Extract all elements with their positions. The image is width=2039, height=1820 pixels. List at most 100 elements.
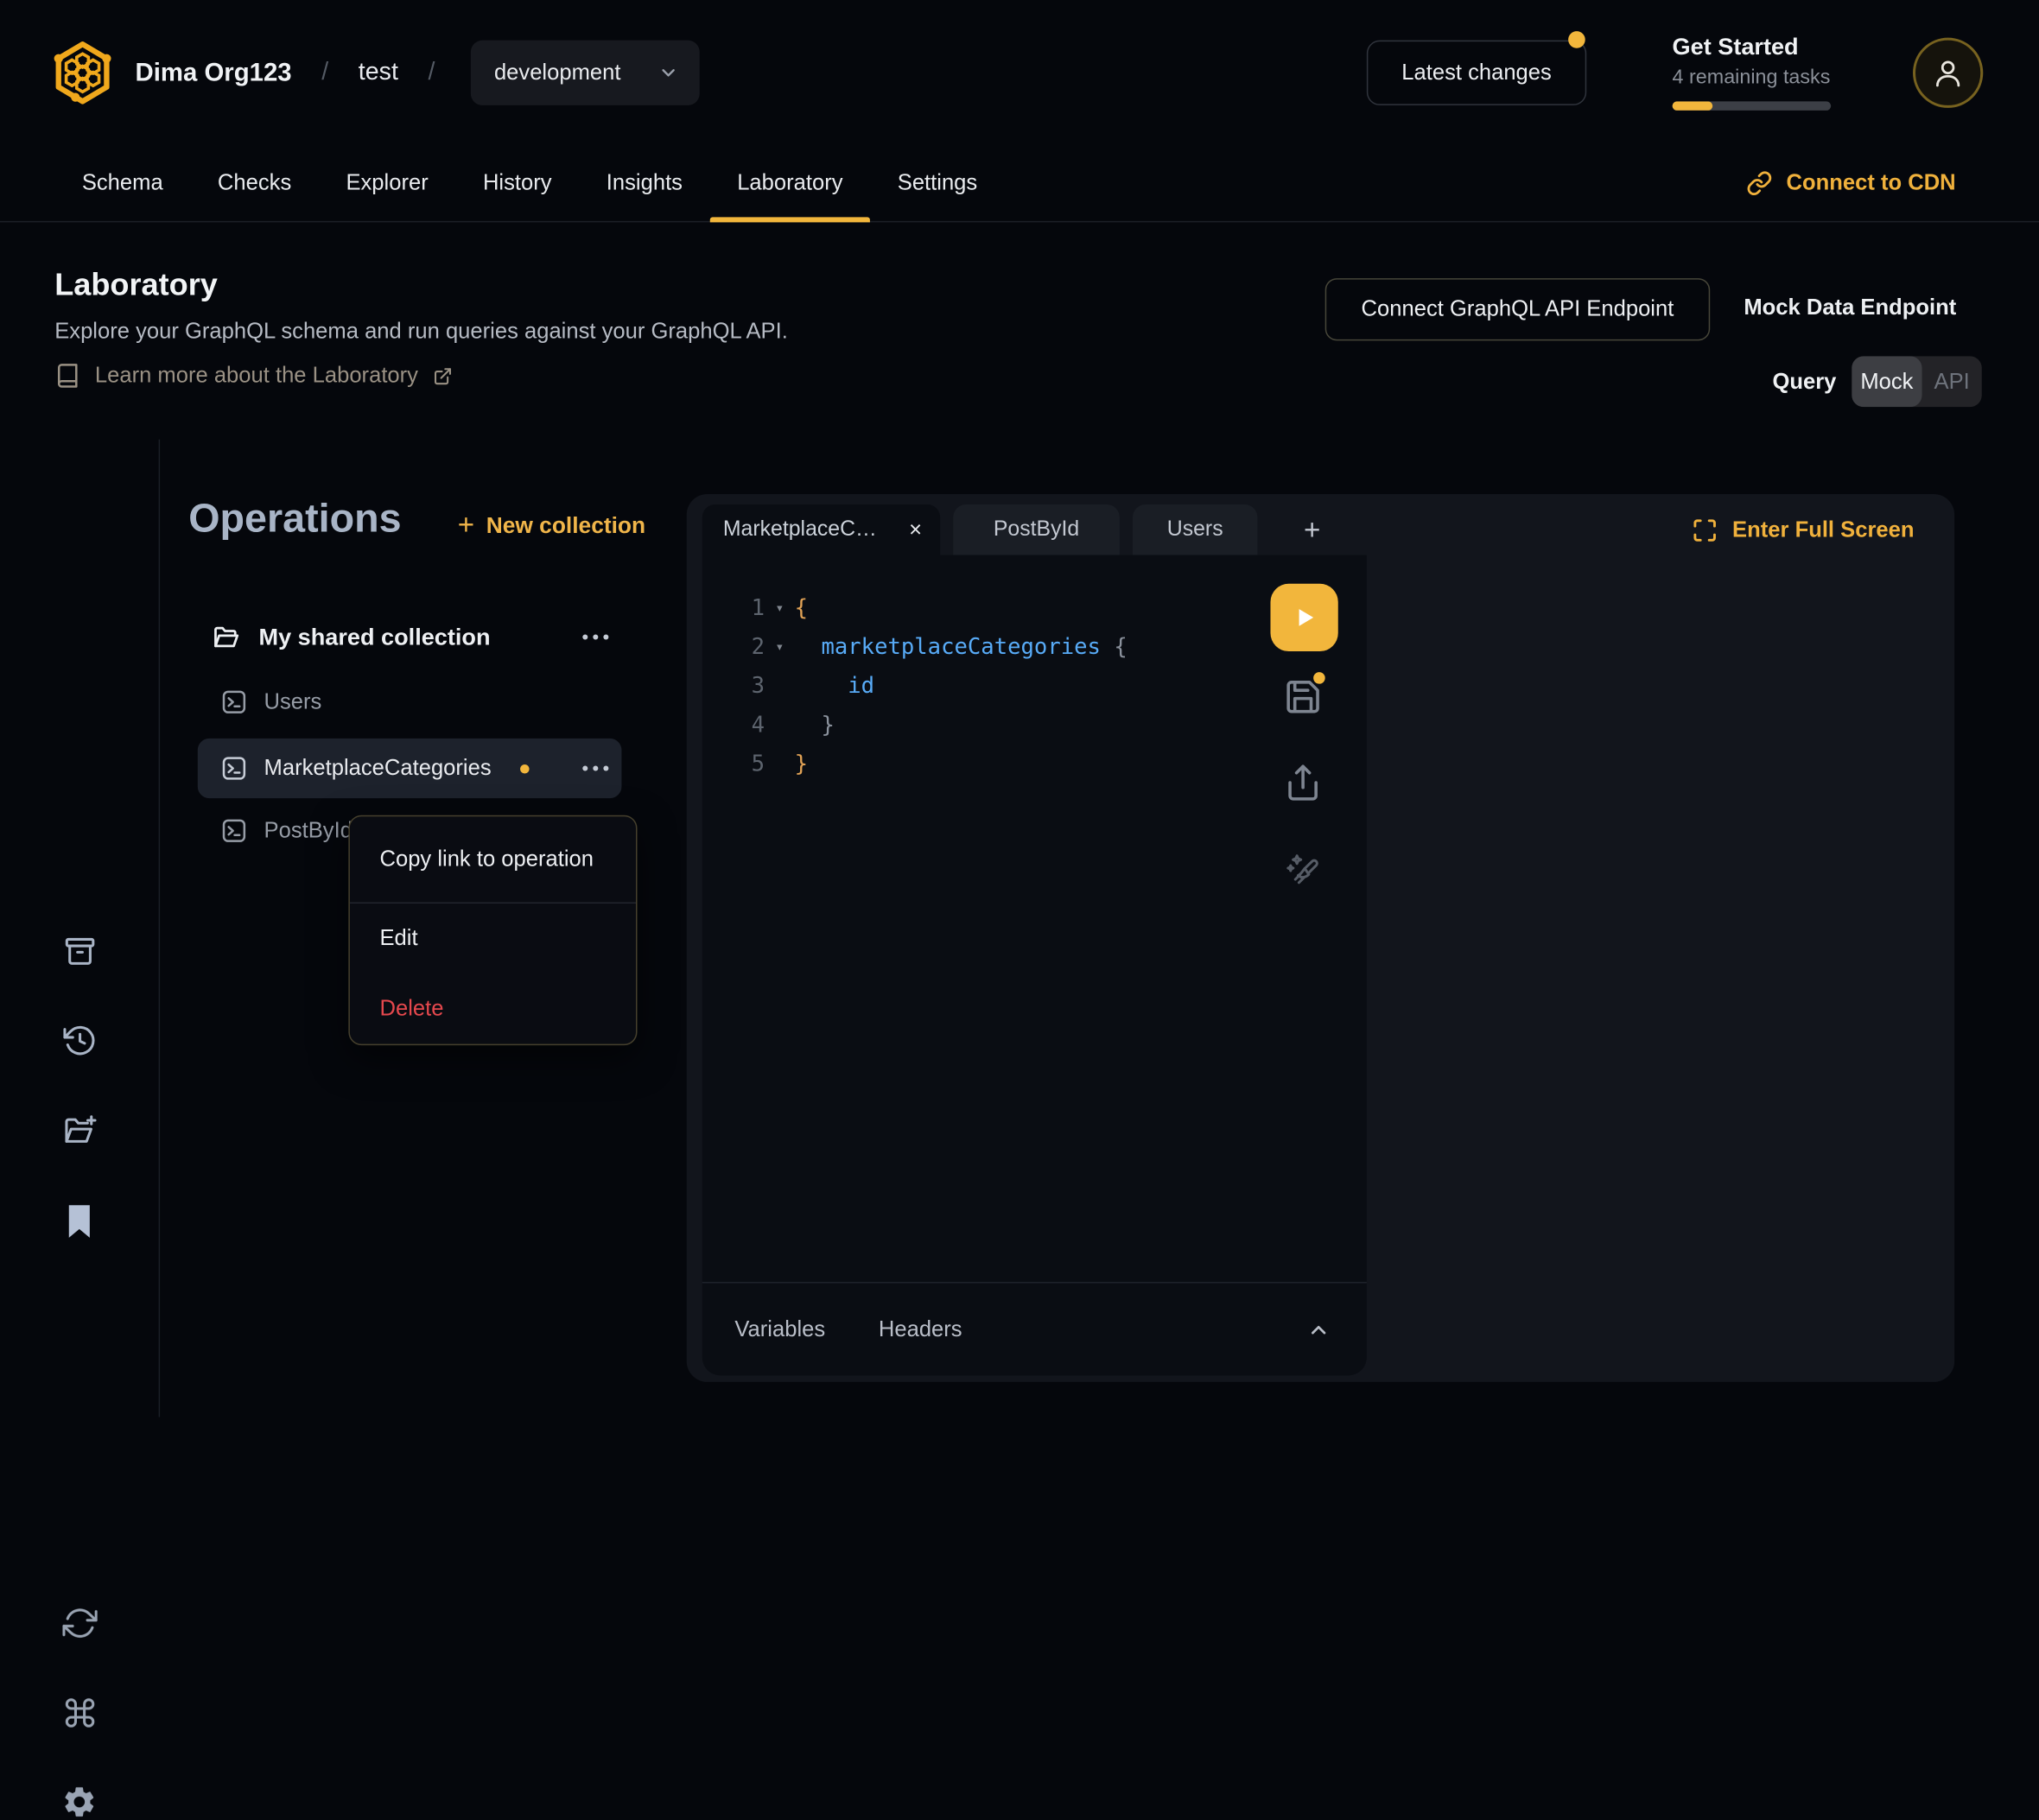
graphos-logo-icon[interactable] — [52, 41, 113, 105]
bookmark-icon — [64, 1204, 95, 1240]
new-collection-rail-button[interactable] — [0, 1113, 159, 1148]
mock-data-endpoint-button[interactable]: Mock Data Endpoint — [1744, 295, 1956, 321]
top-header: Dima Org123 / test / development Latest … — [0, 0, 2039, 146]
refresh-icon — [61, 1606, 97, 1641]
code-line: 1▾{ — [702, 589, 1367, 628]
saved-operations-button[interactable] — [0, 1204, 159, 1240]
operation-item-marketplacecategories[interactable]: MarketplaceCategories — [198, 739, 622, 798]
code-token: { — [795, 595, 808, 621]
operations-title: Operations — [188, 495, 401, 542]
operation-terminal-icon — [221, 818, 247, 844]
fold-arrow-icon — [765, 706, 795, 745]
prettify-button[interactable] — [1284, 849, 1325, 891]
code-token — [795, 674, 848, 700]
editor-tab-label: Users — [1167, 517, 1223, 542]
tab-settings[interactable]: Settings — [870, 146, 1005, 221]
gear-icon — [61, 1784, 98, 1820]
line-number: 3 — [702, 667, 765, 706]
clean-broom-icon — [1284, 849, 1323, 888]
variables-tab[interactable]: Variables — [734, 1317, 825, 1343]
share-operation-button[interactable] — [1284, 763, 1325, 804]
breadcrumb-graph[interactable]: test — [359, 59, 398, 87]
play-icon — [1289, 602, 1320, 633]
code-editor-area[interactable]: 1▾{2▾ marketplaceCategories {3 id4 }5} — [702, 555, 1367, 1284]
settings-button[interactable] — [0, 1784, 159, 1820]
code-text: } — [795, 706, 835, 745]
query-mode-toggle: Mock API — [1852, 356, 1982, 407]
chevron-down-icon — [658, 62, 679, 83]
latest-changes-button[interactable]: Latest changes — [1367, 41, 1586, 105]
breadcrumb-separator: / — [429, 59, 435, 87]
code-token: marketplaceCategories — [821, 634, 1101, 660]
collection-name: My shared collection — [259, 624, 583, 651]
code-line: 3 id — [702, 667, 1367, 706]
editor-footer: Variables Headers — [702, 1284, 1367, 1375]
connect-graphql-endpoint-button[interactable]: Connect GraphQL API Endpoint — [1325, 278, 1711, 340]
tab-explorer[interactable]: Explorer — [319, 146, 456, 221]
tab-laboratory[interactable]: Laboratory — [710, 146, 871, 221]
laboratory-left-rail — [0, 440, 160, 1417]
run-query-button[interactable] — [1270, 584, 1337, 651]
new-collection-button[interactable]: + New collection — [458, 508, 645, 542]
person-icon — [1931, 56, 1965, 90]
code-text: marketplaceCategories { — [795, 628, 1127, 667]
active-tab-underline — [710, 217, 871, 222]
collection-header[interactable]: My shared collection — [198, 608, 622, 665]
schema-reference-button[interactable] — [0, 934, 159, 969]
code-token — [795, 713, 822, 739]
fold-arrow-icon[interactable]: ▾ — [765, 589, 795, 628]
user-avatar-button[interactable] — [1913, 38, 1983, 108]
tab-history[interactable]: History — [455, 146, 579, 221]
variant-dropdown-value: development — [494, 60, 621, 86]
tab-schema[interactable]: Schema — [54, 146, 190, 221]
variant-dropdown[interactable]: development — [471, 41, 700, 105]
get-started-progress-fill — [1673, 101, 1712, 111]
history-button[interactable] — [0, 1024, 159, 1059]
new-tab-button[interactable]: + — [1286, 504, 1338, 555]
get-started-widget[interactable]: Get Started 4 remaining tasks — [1673, 34, 1832, 111]
tab-checks[interactable]: Checks — [190, 146, 319, 221]
line-number: 5 — [702, 745, 765, 783]
menu-item-copy-link-to-operation[interactable]: Copy link to operation — [350, 816, 636, 902]
operation-terminal-icon — [221, 689, 247, 715]
fold-arrow-icon[interactable]: ▾ — [765, 628, 795, 667]
headers-tab[interactable]: Headers — [879, 1317, 962, 1343]
connect-to-cdn-label: Connect to CDN — [1787, 170, 1956, 196]
query-mode-mock[interactable]: Mock — [1852, 356, 1921, 407]
code-token — [795, 634, 822, 660]
unsaved-changes-dot — [1313, 672, 1325, 684]
keyboard-shortcuts-button[interactable] — [0, 1696, 159, 1731]
menu-item-edit[interactable]: Edit — [350, 904, 636, 973]
breadcrumb-org[interactable]: Dima Org123 — [136, 58, 292, 88]
breadcrumb: Dima Org123 / test / — [136, 0, 435, 146]
line-number: 4 — [702, 706, 765, 745]
link-icon — [1746, 170, 1772, 196]
upload-share-icon — [1284, 763, 1323, 802]
unsaved-indicator-dot — [520, 764, 530, 773]
operation-more-button[interactable] — [582, 766, 608, 771]
editor-footer-divider — [702, 1282, 1367, 1284]
plus-icon: + — [458, 508, 474, 542]
code-line: 4 } — [702, 706, 1367, 745]
editor-tab-marketplacec[interactable]: MarketplaceC…× — [702, 504, 940, 555]
refresh-schema-button[interactable] — [0, 1606, 159, 1641]
editor-tab-postbyid[interactable]: PostById — [953, 504, 1120, 555]
enter-fullscreen-button[interactable]: Enter Full Screen — [1692, 512, 1914, 548]
editor-tab-users[interactable]: Users — [1133, 504, 1257, 555]
command-icon — [61, 1696, 97, 1731]
laboratory-panel: Enter Full Screen MarketplaceC…× PostById… — [687, 494, 1954, 1382]
operation-context-menu: Copy link to operationEditDelete — [348, 815, 637, 1045]
code-token: } — [795, 751, 808, 777]
chevron-up-icon — [1307, 1318, 1331, 1341]
query-mode-api[interactable]: API — [1922, 356, 1982, 407]
collection-more-button[interactable] — [582, 634, 608, 639]
menu-item-delete[interactable]: Delete — [350, 973, 636, 1043]
operation-item-users[interactable]: Users — [198, 676, 622, 728]
close-tab-icon[interactable]: × — [909, 517, 922, 542]
collapse-footer-button[interactable] — [1307, 1318, 1331, 1341]
fold-arrow-icon — [765, 745, 795, 783]
learn-more-link[interactable]: Learn more about the Laboratory — [54, 363, 452, 389]
tab-insights[interactable]: Insights — [579, 146, 709, 221]
connect-to-cdn-link[interactable]: Connect to CDN — [1746, 146, 1956, 221]
code-line: 5} — [702, 745, 1367, 783]
